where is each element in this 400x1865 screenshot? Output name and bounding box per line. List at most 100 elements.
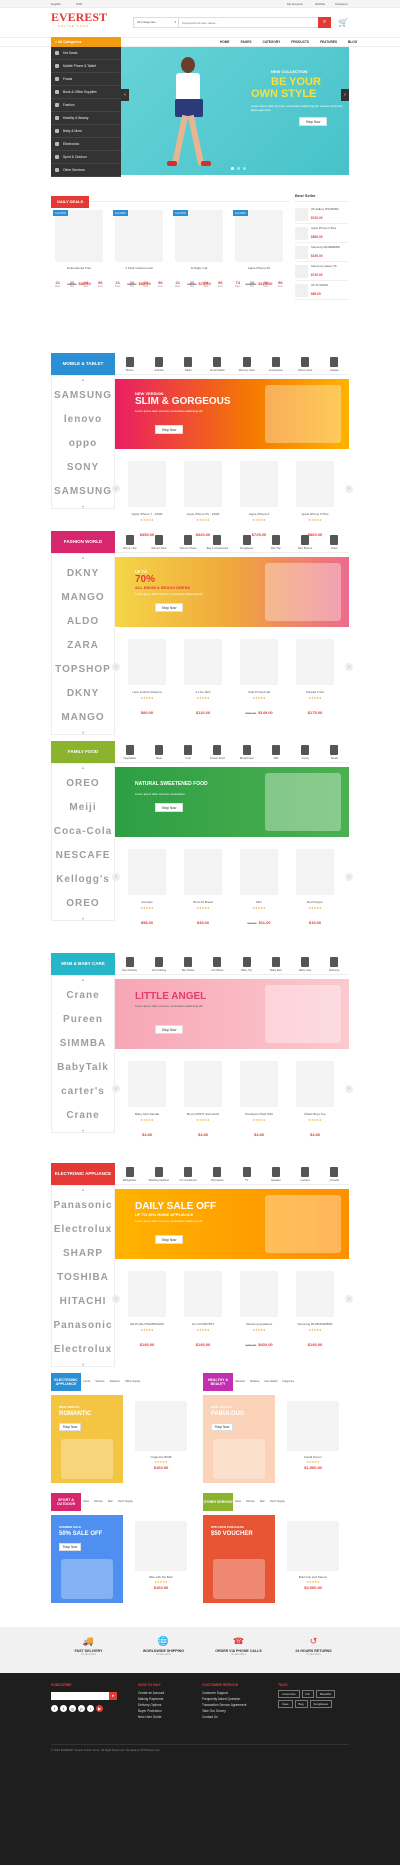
brand-up-arrow[interactable]: ▲ bbox=[52, 376, 114, 383]
best-seller-item[interactable]: Samsung RF29EBEBR $190.00 bbox=[295, 244, 349, 262]
brand-logo[interactable]: TOSHIBA bbox=[52, 1265, 114, 1289]
brand-up-arrow[interactable]: ▲ bbox=[52, 1186, 114, 1193]
mini-tab[interactable]: Stationer bbox=[110, 1380, 120, 1383]
subcategory-item[interactable]: Men Bottom bbox=[291, 531, 320, 552]
brand-logo[interactable]: Coca-Cola bbox=[52, 819, 114, 843]
brand-logo[interactable]: ALDO bbox=[52, 609, 114, 633]
product-card[interactable]: Crab Printed Hat ★★★★★ $150.00 $149.00 bbox=[236, 635, 282, 725]
products-next-arrow[interactable]: › bbox=[345, 485, 353, 493]
subcategory-item[interactable]: Boy Shoes bbox=[174, 953, 203, 974]
brand-logo[interactable]: Meiji bbox=[52, 795, 114, 819]
brand-logo[interactable]: BabyTalk bbox=[52, 1055, 114, 1079]
brand-logo[interactable]: DKNY bbox=[52, 561, 114, 585]
currency-select[interactable]: USD bbox=[76, 2, 82, 6]
products-next-arrow[interactable]: › bbox=[345, 1295, 353, 1303]
sidebar-item[interactable]: Mobile Phone & Tablet › bbox=[51, 60, 121, 73]
brand-logo[interactable]: Crane bbox=[52, 983, 114, 1007]
brand-down-arrow[interactable]: ▼ bbox=[52, 1361, 114, 1368]
checkout-link[interactable]: Checkout bbox=[335, 2, 348, 6]
instagram-icon[interactable]: i bbox=[87, 1705, 94, 1712]
banner-shop-now-button[interactable]: Shop Now bbox=[155, 425, 183, 434]
sidebar-item[interactable]: Baby & Mom › bbox=[51, 125, 121, 138]
mini-shop-now-button[interactable]: Shop Now bbox=[59, 1543, 81, 1551]
sidebar-item[interactable]: Electronics › bbox=[51, 138, 121, 151]
subcategory-item[interactable]: Air Conditioner bbox=[174, 1163, 203, 1184]
products-prev-arrow[interactable]: ‹ bbox=[112, 873, 120, 881]
subcategory-item[interactable]: Microwave bbox=[203, 1163, 232, 1184]
subcategory-item[interactable]: Refrigerator bbox=[115, 1163, 144, 1184]
brand-logo[interactable]: Crane bbox=[52, 1103, 114, 1127]
pinterest-icon[interactable]: p bbox=[78, 1705, 85, 1712]
brand-down-arrow[interactable]: ▼ bbox=[52, 503, 114, 510]
twitter-icon[interactable]: t bbox=[60, 1705, 67, 1712]
subcategory-item[interactable]: Vegetables bbox=[115, 741, 144, 762]
brand-logo[interactable]: SONY bbox=[52, 455, 114, 479]
brand-logo[interactable]: MANGO bbox=[52, 585, 114, 609]
mini-product-card[interactable]: Organizer BCIB ★★★★★ $160.00 bbox=[127, 1395, 195, 1483]
product-card[interactable]: Lace & Mesh Patterns ★★★★★ $80.00 bbox=[124, 635, 170, 725]
products-next-arrow[interactable]: › bbox=[345, 1085, 353, 1093]
banner-shop-now-button[interactable]: Shop Now bbox=[155, 1025, 183, 1034]
facebook-icon[interactable]: f bbox=[51, 1705, 58, 1712]
mini-tab[interactable]: Shoe bbox=[235, 1500, 241, 1503]
banner-shop-now-button[interactable]: Shop Now bbox=[155, 603, 183, 612]
youtube-icon[interactable]: ▶ bbox=[96, 1705, 103, 1712]
product-card[interactable]: Plaids Boys Tee ★★★★★ $4.80 bbox=[292, 1057, 338, 1147]
footer-link[interactable]: New User Guide bbox=[138, 1714, 164, 1720]
subcategory-item[interactable]: Women Top bbox=[115, 531, 144, 552]
brand-down-arrow[interactable]: ▼ bbox=[52, 1127, 114, 1134]
products-next-arrow[interactable]: › bbox=[345, 873, 353, 881]
brand-logo[interactable]: SAMSUNG bbox=[52, 383, 114, 407]
mini-tab[interactable]: Women bbox=[94, 1500, 103, 1503]
brand-logo[interactable]: carter's bbox=[52, 1079, 114, 1103]
subcategory-item[interactable]: TV bbox=[232, 1163, 261, 1184]
subcategory-item[interactable]: Android bbox=[144, 353, 173, 374]
mini-tab[interactable]: Office Supply bbox=[125, 1380, 140, 1383]
subcategory-item[interactable]: Frozen Food bbox=[203, 741, 232, 762]
mini-tab[interactable]: Men bbox=[108, 1500, 113, 1503]
hero-dot[interactable] bbox=[231, 167, 234, 170]
brand-logo[interactable]: OREO bbox=[52, 891, 114, 915]
subcategory-item[interactable]: Sunglasses bbox=[232, 531, 261, 552]
nav-link[interactable]: HOME bbox=[220, 40, 230, 44]
sidebar-item[interactable]: Fashion › bbox=[51, 99, 121, 112]
sidebar-item[interactable]: Foods › bbox=[51, 73, 121, 86]
sidebar-item[interactable]: Healthy & Beauty › bbox=[51, 112, 121, 125]
brand-logo[interactable]: SIMMBA bbox=[52, 1031, 114, 1055]
products-prev-arrow[interactable]: ‹ bbox=[112, 663, 120, 671]
subcategory-item[interactable]: Camera bbox=[291, 1163, 320, 1184]
subcategory-item[interactable]: Baby Toy bbox=[232, 953, 261, 974]
subcategory-item[interactable]: Baby Bed bbox=[261, 953, 290, 974]
subcategory-item[interactable]: Tablet bbox=[174, 353, 203, 374]
products-prev-arrow[interactable]: ‹ bbox=[112, 1085, 120, 1093]
tag-chip[interactable]: Sunglasses bbox=[309, 1700, 332, 1708]
cart-button[interactable]: 🛒 bbox=[338, 17, 348, 28]
brand-down-arrow[interactable]: ▼ bbox=[52, 729, 114, 736]
my-account-link[interactable]: My Account bbox=[287, 2, 303, 6]
subcategory-item[interactable]: Speaker bbox=[261, 1163, 290, 1184]
product-card[interactable]: Broccoli Bread ★★★★★ $45.00 bbox=[180, 845, 226, 935]
product-card[interactable]: Men's PRINT Swimshort ★★★★★ $4.80 bbox=[180, 1057, 226, 1147]
brand-logo[interactable]: MANGO bbox=[52, 705, 114, 729]
brand-logo[interactable]: ZARA bbox=[52, 633, 114, 657]
brand-logo[interactable]: Pureen bbox=[52, 1007, 114, 1031]
subcategory-item[interactable]: Maternity bbox=[320, 953, 349, 974]
banner-shop-now-button[interactable]: Shop Now bbox=[155, 1235, 183, 1244]
nav-link[interactable]: PAGES bbox=[241, 40, 252, 44]
sidebar-item[interactable]: Other Services › bbox=[51, 164, 121, 177]
product-card[interactable]: Red Pepper ★★★★★ $15.00 bbox=[292, 845, 338, 935]
subscribe-input[interactable] bbox=[51, 1692, 109, 1700]
hero-dot[interactable] bbox=[237, 167, 240, 170]
mini-product-card[interactable]: Facial Serum ★★★★★ $1,500.00 bbox=[279, 1395, 347, 1483]
product-card[interactable]: Baby Girls Sandal ★★★★★ $4.80 bbox=[124, 1057, 170, 1147]
mini-tab[interactable]: Comic bbox=[83, 1380, 90, 1383]
product-card[interactable]: Samsung Appliance ★★★★★ $480.00 $400.00 bbox=[236, 1267, 282, 1357]
tag-chip[interactable]: Itch bbox=[301, 1690, 315, 1698]
mini-product-card[interactable]: Bold Cup and Saucer ★★★★★ $3,500.00 bbox=[279, 1515, 347, 1603]
mini-tab[interactable]: Science bbox=[95, 1380, 104, 1383]
mini-tab[interactable]: Women bbox=[246, 1500, 255, 1503]
subcategory-item[interactable]: Console bbox=[320, 1163, 349, 1184]
brand-logo[interactable]: lenovo bbox=[52, 407, 114, 431]
subcategory-item[interactable]: Girl Shoes bbox=[203, 953, 232, 974]
brand-up-arrow[interactable]: ▲ bbox=[52, 764, 114, 771]
